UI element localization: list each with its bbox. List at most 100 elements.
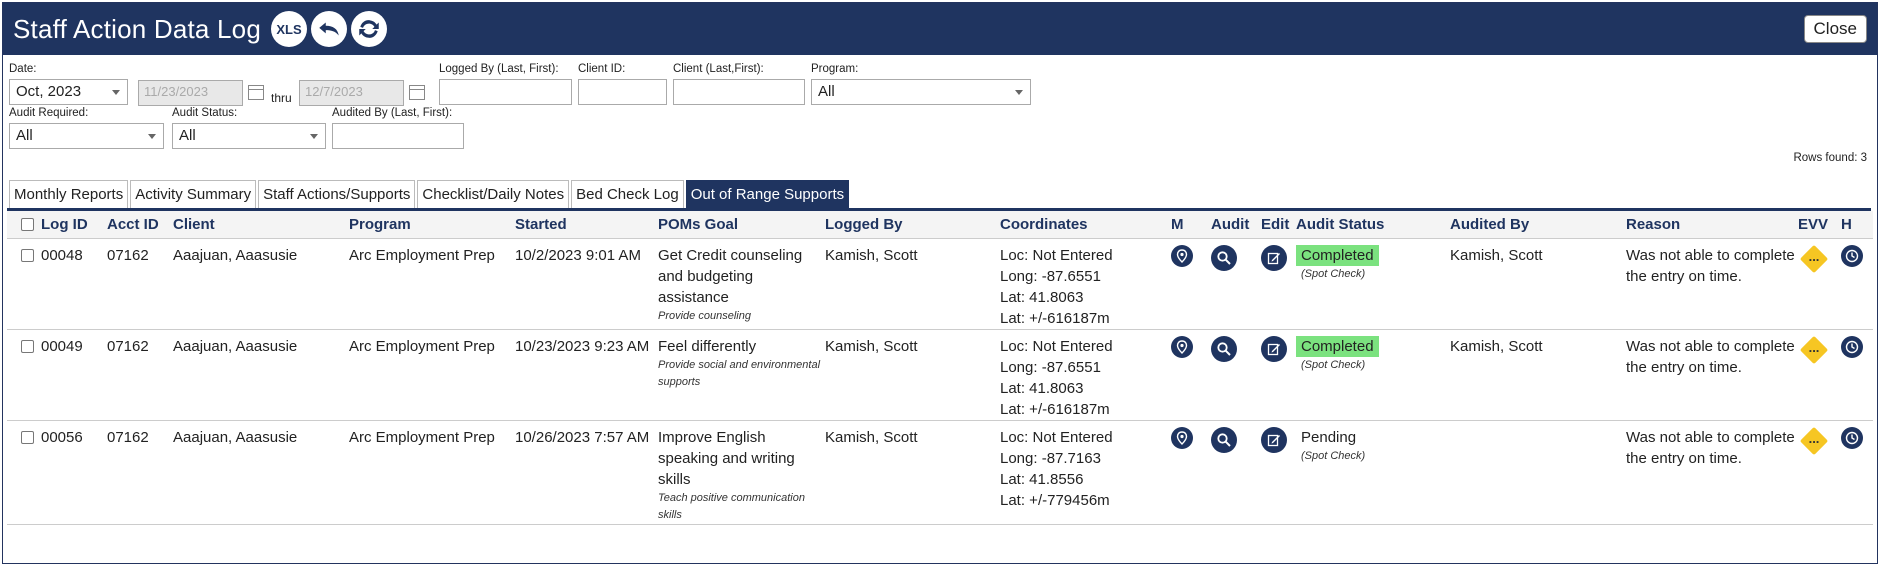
- evv-warning-icon[interactable]: ...: [1799, 426, 1829, 455]
- logged-by-input[interactable]: [439, 79, 572, 105]
- undo-arrow-icon: [319, 22, 339, 36]
- tab-activity-summary[interactable]: Activity Summary: [130, 180, 257, 208]
- export-xls-button[interactable]: XLS: [271, 11, 308, 47]
- date-label: Date:: [9, 63, 37, 75]
- to-date-input: 12/7/2023: [299, 80, 404, 106]
- started-cell: 10/26/2023 7:57 AM: [515, 420, 658, 525]
- evv-cell: ...: [1798, 420, 1841, 525]
- program-cell: Arc Employment Prep: [349, 420, 515, 525]
- accuracy-text: Lat: +/-779456m: [1000, 491, 1110, 509]
- history-cell: [1841, 329, 1873, 421]
- select-all-cell: [7, 211, 41, 239]
- chevron-down-icon: [112, 90, 120, 95]
- edit-icon[interactable]: [1261, 426, 1287, 453]
- accuracy-text: Lat: +/-616187m: [1000, 309, 1110, 327]
- row-checkbox[interactable]: [21, 430, 34, 444]
- audit-status-select[interactable]: All: [172, 123, 326, 149]
- audit-required-select[interactable]: All: [9, 123, 164, 149]
- data-table: Log ID Acct ID Client Program Started PO…: [7, 211, 1873, 525]
- col-program[interactable]: Program: [349, 211, 515, 239]
- date-select-value: Oct, 2023: [16, 83, 82, 100]
- close-button[interactable]: Close: [1803, 15, 1867, 43]
- row-checkbox[interactable]: [21, 248, 34, 262]
- history-cell: [1841, 238, 1873, 330]
- program-cell: Arc Employment Prep: [349, 238, 515, 330]
- evv-cell: ...: [1798, 238, 1841, 330]
- longitude-text: Long: -87.6551: [1000, 358, 1101, 376]
- client-name-filter: Client (Last,First):: [673, 63, 805, 105]
- tab-monthly-reports[interactable]: Monthly Reports: [9, 180, 129, 208]
- thru-label: thru: [271, 91, 292, 105]
- edit-icon[interactable]: [1261, 335, 1287, 362]
- table-row: 00056 07162 Aaajuan, Aaasusie Arc Employ…: [7, 420, 1873, 525]
- search-icon[interactable]: [1211, 335, 1237, 362]
- date-select[interactable]: Oct, 2023: [9, 79, 128, 105]
- audited-by-cell: Kamish, Scott: [1450, 329, 1626, 421]
- search-icon[interactable]: [1211, 244, 1237, 271]
- row-checkbox[interactable]: [21, 339, 34, 353]
- col-logged-by[interactable]: Logged By: [825, 211, 1000, 239]
- client-cell: Aaajuan, Aaasusie: [173, 420, 349, 525]
- select-all-checkbox[interactable]: [21, 218, 34, 232]
- clock-icon[interactable]: [1841, 244, 1863, 267]
- refresh-icon: [359, 20, 379, 38]
- evv-warning-icon[interactable]: ...: [1799, 335, 1829, 364]
- table-row: 00049 07162 Aaajuan, Aaasusie Arc Employ…: [7, 329, 1873, 421]
- goal-text: Feel differently: [658, 337, 757, 355]
- audited-by-input[interactable]: [332, 123, 464, 149]
- client-name-input[interactable]: [673, 79, 805, 105]
- back-button[interactable]: [311, 11, 348, 47]
- audit-cell: [1211, 420, 1261, 525]
- edit-icon[interactable]: [1261, 244, 1287, 271]
- audit-status-cell: Pending (Spot Check): [1296, 420, 1450, 525]
- audit-required-filter: Audit Required: All: [9, 107, 164, 149]
- col-poms-goal[interactable]: POMs Goal: [658, 211, 825, 239]
- latitude-text: Lat: 41.8063: [1000, 379, 1084, 397]
- logged-by-label: Logged By (Last, First):: [439, 63, 559, 75]
- status-badge: Completed: [1296, 244, 1379, 266]
- tab-checklist-daily-notes[interactable]: Checklist/Daily Notes: [417, 180, 570, 208]
- program-label: Program:: [811, 63, 859, 75]
- map-pin-icon[interactable]: [1171, 244, 1193, 267]
- status-sub-text: (Spot Check): [1301, 449, 1366, 462]
- acct-id-cell: 07162: [107, 420, 173, 525]
- col-audit-status[interactable]: Audit Status: [1296, 211, 1450, 239]
- col-reason[interactable]: Reason: [1626, 211, 1798, 239]
- tab-staff-actions-supports[interactable]: Staff Actions/Supports: [258, 180, 416, 208]
- col-log-id[interactable]: Log ID: [41, 211, 107, 239]
- coordinates-cell: Loc: Not Entered Long: -87.6551 Lat: 41.…: [1000, 238, 1171, 330]
- acct-id-cell: 07162: [107, 238, 173, 330]
- clock-icon[interactable]: [1841, 335, 1863, 358]
- clock-icon[interactable]: [1841, 426, 1863, 449]
- program-select[interactable]: All: [811, 79, 1031, 105]
- col-acct-id[interactable]: Acct ID: [107, 211, 173, 239]
- col-evv: EVV: [1798, 211, 1841, 239]
- client-id-input[interactable]: [578, 79, 667, 105]
- row-select-cell: [7, 238, 41, 330]
- refresh-button[interactable]: [351, 11, 388, 47]
- map-pin-icon[interactable]: [1171, 426, 1193, 449]
- status-badge: Completed: [1296, 335, 1379, 357]
- table-header-row: Log ID Acct ID Client Program Started PO…: [7, 211, 1873, 239]
- map-pin-icon[interactable]: [1171, 335, 1193, 358]
- goal-text: Improve English speaking and writing ski…: [658, 428, 795, 488]
- audit-status-value: All: [179, 127, 196, 144]
- col-client[interactable]: Client: [173, 211, 349, 239]
- col-audited-by[interactable]: Audited By: [1450, 211, 1626, 239]
- tab-bed-check-log[interactable]: Bed Check Log: [571, 180, 684, 208]
- logged-by-cell: Kamish, Scott: [825, 420, 1000, 525]
- edit-cell: [1261, 238, 1296, 330]
- loc-text: Loc: Not Entered: [1000, 246, 1113, 264]
- col-started[interactable]: Started: [515, 211, 658, 239]
- tab-out-of-range-supports[interactable]: Out of Range Supports: [685, 180, 850, 208]
- audit-status-label: Audit Status:: [172, 107, 238, 119]
- col-audit: Audit: [1211, 211, 1261, 239]
- log-id-cell: 00048: [41, 238, 107, 330]
- chevron-down-icon: [148, 134, 156, 139]
- logged-by-cell: Kamish, Scott: [825, 329, 1000, 421]
- chevron-down-icon: [1015, 90, 1023, 95]
- evv-warning-icon[interactable]: ...: [1799, 244, 1829, 273]
- latitude-text: Lat: 41.8063: [1000, 288, 1084, 306]
- col-coordinates[interactable]: Coordinates: [1000, 211, 1171, 239]
- search-icon[interactable]: [1211, 426, 1237, 453]
